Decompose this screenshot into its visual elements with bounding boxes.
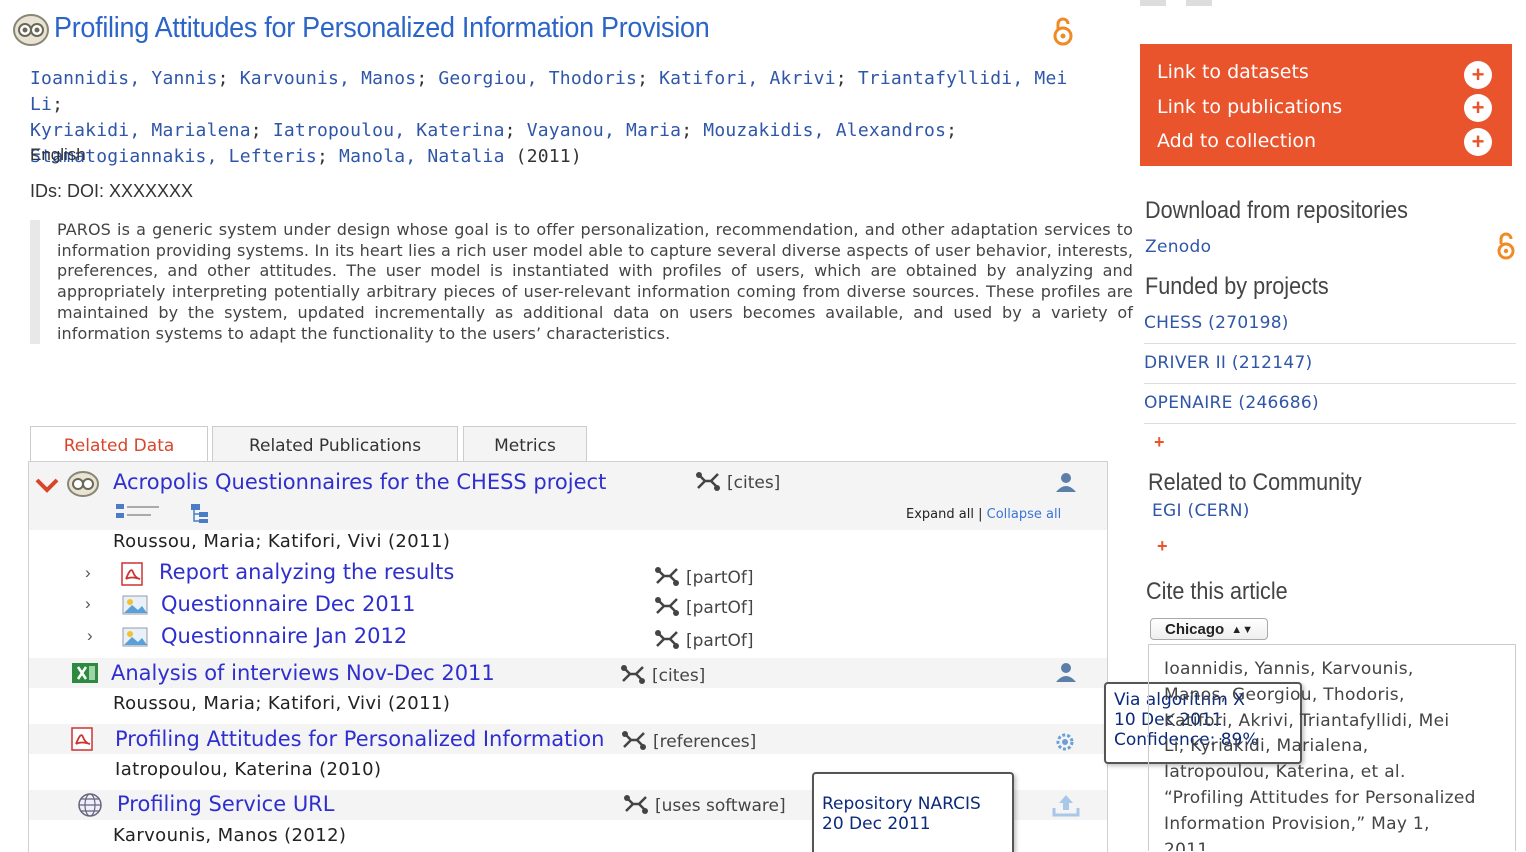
project-link[interactable]: DRIVER II (212147)	[1144, 353, 1313, 373]
globe-icon	[78, 793, 102, 817]
citation-style-select[interactable]: Chicago ▲▼	[1150, 618, 1268, 640]
spreadsheet-icon	[72, 663, 98, 683]
expand-chevron-icon[interactable]: ›	[85, 594, 91, 614]
dataset-icon	[13, 14, 49, 46]
author-link[interactable]: Vayanou, Maria	[527, 120, 682, 141]
relation-icon	[655, 630, 679, 649]
relation-icon	[655, 567, 679, 586]
collapse-all-link[interactable]: Collapse all	[987, 507, 1062, 522]
tree-view-icon[interactable]	[189, 502, 211, 524]
related-item-authors: Karvounis, Manos (2012)	[113, 825, 347, 846]
add-project-icon[interactable]: +	[1154, 432, 1165, 453]
author-link[interactable]: Karvounis, Manos	[240, 68, 417, 89]
author-link[interactable]: Mouzakidis, Alexandros	[703, 120, 946, 141]
download-heading: Download from repositories	[1145, 197, 1408, 224]
expand-chevron-icon[interactable]: ›	[85, 563, 91, 583]
related-item-title[interactable]: Questionnaire Jan 2012	[161, 624, 407, 648]
image-file-icon	[122, 627, 148, 647]
relation-label: [cites]	[620, 664, 705, 686]
plus-circle-icon[interactable]: +	[1464, 128, 1492, 156]
tab-related-publications[interactable]: Related Publications	[212, 426, 458, 462]
related-item-title[interactable]: Report analyzing the results	[159, 560, 454, 584]
link-to-publications-button[interactable]: Link to publications	[1157, 96, 1342, 118]
toolbar-icons	[1140, 0, 1212, 6]
author-link[interactable]: Iatropoulou, Katerina	[273, 120, 505, 141]
add-community-icon[interactable]: +	[1157, 536, 1168, 557]
related-item-title[interactable]: Profiling Attitudes for Personalized Inf…	[115, 727, 604, 751]
repository-tooltip: Repository NARCIS 20 Dec 2011	[812, 772, 1014, 852]
relation-icon	[621, 665, 645, 684]
add-to-collection-button[interactable]: Add to collection	[1157, 130, 1316, 152]
language: English	[30, 145, 86, 164]
collapse-chevron-icon[interactable]	[34, 476, 60, 494]
author-link[interactable]: Ioannidis, Yannis	[30, 68, 218, 89]
image-file-icon	[122, 595, 148, 615]
plus-circle-icon[interactable]: +	[1464, 61, 1492, 89]
author-link[interactable]: Manola, Natalia	[339, 146, 505, 167]
plus-circle-icon[interactable]: +	[1464, 94, 1492, 122]
tab-related-data[interactable]: Related Data	[30, 426, 208, 463]
relation-label: [uses software]	[623, 794, 786, 816]
actions-panel: Link to datasets + Link to publications …	[1140, 44, 1512, 166]
expand-chevron-icon[interactable]: ›	[87, 626, 93, 646]
select-arrows-icon: ▲▼	[1231, 624, 1253, 636]
relation-icon	[624, 795, 648, 814]
list-view-icon[interactable]	[115, 502, 163, 522]
relation-label: [partOf]	[654, 566, 754, 588]
divider	[1144, 343, 1516, 344]
citation-text: Ioannidis, Yannis, Karvounis, Manos, Geo…	[1148, 644, 1516, 851]
related-item-title[interactable]: Analysis of interviews Nov-Dec 2011	[111, 661, 495, 685]
publication-year: (2011)	[515, 146, 582, 167]
link-to-datasets-button[interactable]: Link to datasets	[1157, 61, 1309, 83]
related-item-title[interactable]: Acropolis Questionnaires for the CHESS p…	[113, 470, 606, 494]
relation-icon	[622, 731, 646, 750]
author-list: Ioannidis, Yannis; Karvounis, Manos; Geo…	[30, 68, 1068, 167]
project-link[interactable]: OPENAIRE (246686)	[1144, 393, 1319, 413]
identifiers: IDs: DOI: XXXXXXX	[30, 181, 194, 201]
relation-label: [references]	[621, 730, 756, 752]
pdf-icon	[71, 727, 93, 751]
abstract: PAROS is a generic system under design w…	[30, 220, 1133, 345]
project-link[interactable]: CHESS (270198)	[1144, 313, 1289, 333]
relation-label: [partOf]	[654, 629, 754, 651]
pdf-icon	[121, 562, 143, 586]
repository-link[interactable]: Zenodo	[1145, 237, 1211, 257]
related-item-title[interactable]: Questionnaire Dec 2011	[161, 592, 415, 616]
upload-icon[interactable]	[1051, 792, 1081, 818]
open-access-icon	[1053, 17, 1073, 46]
author-link[interactable]: Georgiou, Thodoris	[438, 68, 637, 89]
relation-icon	[655, 597, 679, 616]
relation-label: [cites]	[695, 471, 780, 493]
dataset-icon	[67, 471, 99, 497]
cite-heading: Cite this article	[1146, 578, 1288, 605]
author-link[interactable]: Kyriakidi, Marialena	[30, 120, 251, 141]
relation-label: [partOf]	[654, 596, 754, 618]
record-title: Profiling Attitudes for Personalized Inf…	[54, 12, 710, 44]
relation-icon	[696, 472, 720, 491]
related-item-authors: Iatropoulou, Katerina (2010)	[115, 759, 382, 780]
expand-collapse-controls: Expand all | Collapse all	[906, 507, 1062, 522]
expand-all-link[interactable]: Expand all	[906, 507, 974, 522]
funded-heading: Funded by projects	[1145, 273, 1329, 300]
related-item-title[interactable]: Profiling Service URL	[117, 792, 334, 816]
community-link[interactable]: EGI (CERN)	[1152, 501, 1250, 521]
divider	[1144, 423, 1516, 424]
person-icon[interactable]	[1055, 472, 1077, 492]
related-item-authors: Roussou, Maria; Katifori, Vivi (2011)	[113, 693, 451, 714]
person-icon[interactable]	[1055, 662, 1077, 682]
divider	[1144, 383, 1516, 384]
tab-metrics[interactable]: Metrics	[463, 426, 587, 462]
community-heading: Related to Community	[1148, 469, 1362, 496]
open-access-icon	[1497, 232, 1515, 260]
related-item-authors: Roussou, Maria; Katifori, Vivi (2011)	[113, 531, 451, 552]
gear-icon[interactable]	[1053, 730, 1077, 754]
author-link[interactable]: Katifori, Akrivi	[659, 68, 836, 89]
